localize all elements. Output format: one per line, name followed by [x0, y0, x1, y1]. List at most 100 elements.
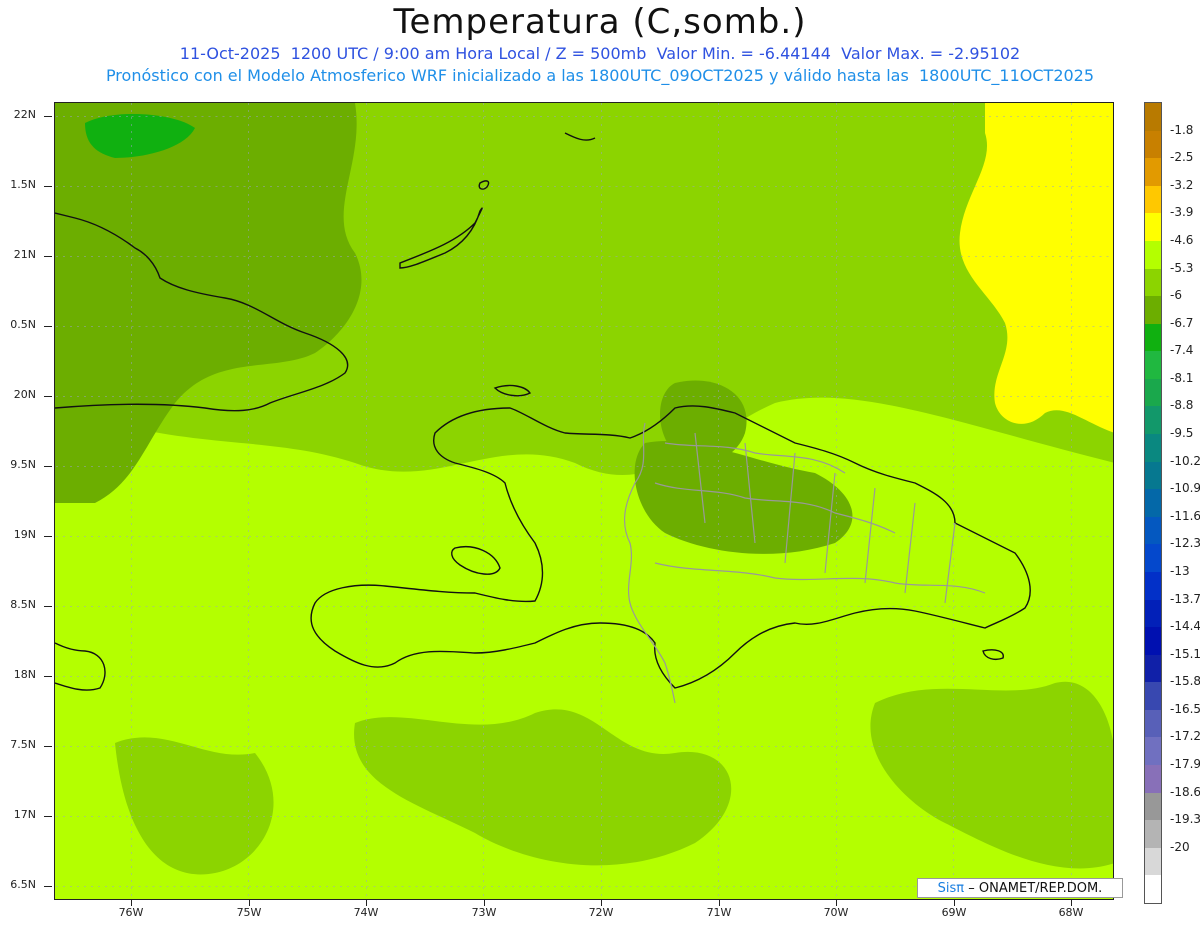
lat-tick	[44, 256, 52, 257]
color-bar-swatch	[1145, 213, 1161, 242]
color-bar-label: -5.3	[1170, 260, 1194, 275]
lon-tick	[954, 900, 955, 906]
color-bar-label: -18.6	[1170, 784, 1200, 799]
color-bar-swatch	[1145, 185, 1161, 214]
color-bar-swatch	[1145, 103, 1161, 131]
lon-label-75w: 75W	[236, 906, 262, 919]
temperature-map	[54, 102, 1114, 900]
color-bar-swatch	[1145, 461, 1161, 490]
lat-label-18-5n: 8.5N	[10, 598, 36, 611]
color-bar-label: -15.1	[1170, 646, 1200, 661]
lon-tick	[249, 900, 250, 906]
lat-tick	[44, 886, 52, 887]
color-bar-swatch	[1145, 544, 1161, 573]
color-bar-swatch	[1145, 489, 1161, 518]
color-bar-label: -15.8	[1170, 674, 1200, 689]
lat-label-16-5n: 6.5N	[10, 878, 36, 891]
color-bar-label: -1.8	[1170, 122, 1194, 137]
credit-text: – ONAMET/REP.DOM.	[968, 881, 1103, 896]
color-bar-label: -13	[1170, 563, 1190, 578]
lat-tick	[44, 606, 52, 607]
color-bar-swatch	[1145, 130, 1161, 159]
color-bar-swatch	[1145, 820, 1161, 849]
color-bar-swatch	[1145, 792, 1161, 821]
map-title: Temperatura (C,somb.)	[393, 2, 807, 42]
lat-tick	[44, 326, 52, 327]
lat-label-17n: 17N	[13, 808, 36, 821]
color-bar-label: -19.3	[1170, 812, 1200, 827]
graticule	[55, 103, 1113, 899]
lat-label-20-5n: 0.5N	[10, 318, 36, 331]
lat-tick	[44, 816, 52, 817]
color-bar-swatch	[1145, 627, 1161, 656]
color-bar-label: -11.6	[1170, 508, 1200, 523]
color-bar-swatch	[1145, 737, 1161, 766]
color-bar-swatch	[1145, 682, 1161, 711]
temperature-field	[55, 103, 1113, 899]
lat-tick	[44, 116, 52, 117]
color-bar-swatch	[1145, 296, 1161, 325]
color-bar	[1144, 102, 1162, 904]
color-bar-label: -13.7	[1170, 591, 1200, 606]
lat-tick	[44, 746, 52, 747]
color-bar-label: -17.9	[1170, 757, 1200, 772]
lat-label-21-5n: 1.5N	[10, 178, 36, 191]
lon-label-68w: 68W	[1058, 906, 1084, 919]
color-bar-label: -3.2	[1170, 177, 1194, 192]
color-bar-swatch	[1145, 847, 1161, 876]
lon-tick	[131, 900, 132, 906]
color-bar-label: -4.6	[1170, 232, 1194, 247]
lon-tick	[836, 900, 837, 906]
credit-box: Sisπ – ONAMET/REP.DOM.	[917, 878, 1123, 898]
lat-tick	[44, 396, 52, 397]
color-bar-swatch	[1145, 378, 1161, 407]
model-run-line: Pronóstico con el Modelo Atmosferico WRF…	[105, 66, 1095, 85]
lat-label-19-5n: 9.5N	[10, 458, 36, 471]
lon-tick	[601, 900, 602, 906]
color-bar-swatch	[1145, 765, 1161, 794]
color-bar-swatch	[1145, 323, 1161, 352]
lat-tick	[44, 536, 52, 537]
color-bar-label: -17.2	[1170, 729, 1200, 744]
lon-label-69w: 69W	[941, 906, 967, 919]
color-bar-swatch	[1145, 351, 1161, 380]
lon-tick	[484, 900, 485, 906]
color-bar-label: -6.7	[1170, 315, 1194, 330]
lon-tick	[719, 900, 720, 906]
color-bar-label: -8.8	[1170, 398, 1194, 413]
lat-label-19n: 19N	[13, 528, 36, 541]
lon-tick	[1071, 900, 1072, 906]
valid-time-line: 11-Oct-2025 1200 UTC / 9:00 am Hora Loca…	[179, 44, 1021, 63]
lon-tick	[366, 900, 367, 906]
color-bar-swatch	[1145, 240, 1161, 269]
color-bar-label: -10.9	[1170, 481, 1200, 496]
color-bar-swatch	[1145, 875, 1161, 904]
lat-label-18n: 18N	[13, 668, 36, 681]
color-bar-label: -3.9	[1170, 205, 1194, 220]
lat-label-21n: 21N	[13, 248, 36, 261]
color-bar-label: -12.3	[1170, 536, 1200, 551]
lon-label-70w: 70W	[823, 906, 849, 919]
lat-label-22n: 22N	[13, 108, 36, 121]
lon-label-71w: 71W	[706, 906, 732, 919]
color-bar-label: -7.4	[1170, 343, 1194, 358]
color-bar-swatch	[1145, 158, 1161, 187]
sispi-logo: Sisπ	[937, 881, 965, 896]
color-bar-label: -2.5	[1170, 150, 1194, 165]
lat-label-20n: 20N	[13, 388, 36, 401]
lat-label-17-5n: 7.5N	[10, 738, 36, 751]
color-bar-label: -10.2	[1170, 453, 1200, 468]
color-bar-swatch	[1145, 516, 1161, 545]
lat-tick	[44, 186, 52, 187]
lon-label-74w: 74W	[353, 906, 379, 919]
color-bar-label: -8.1	[1170, 370, 1194, 385]
lat-tick	[44, 676, 52, 677]
color-bar-swatch	[1145, 599, 1161, 628]
color-bar-label: -6	[1170, 288, 1182, 303]
color-bar-swatch	[1145, 406, 1161, 435]
lon-label-73w: 73W	[471, 906, 497, 919]
color-bar-swatch	[1145, 268, 1161, 297]
color-bar-label: -16.5	[1170, 701, 1200, 716]
color-bar-swatch	[1145, 571, 1161, 600]
lon-label-76w: 76W	[118, 906, 144, 919]
